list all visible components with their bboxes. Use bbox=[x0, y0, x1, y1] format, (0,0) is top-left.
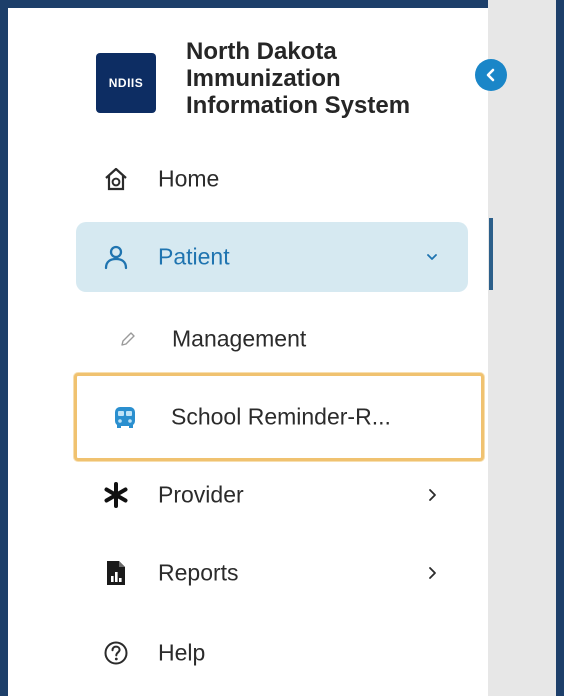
app-title-line-2: Immunization bbox=[186, 65, 341, 92]
sidebar-item-label: Provider bbox=[158, 481, 244, 508]
app-title-line-3: Information System bbox=[186, 92, 411, 119]
report-document-icon bbox=[102, 559, 130, 587]
chevron-left-icon bbox=[486, 68, 495, 82]
help-circle-icon bbox=[102, 639, 130, 667]
school-bus-icon bbox=[111, 403, 139, 431]
chevron-down-icon bbox=[424, 249, 440, 265]
sidebar-subitem-school-reminder[interactable]: School Reminder-R... bbox=[74, 373, 484, 461]
person-icon bbox=[102, 243, 130, 271]
logo-text: NDIIS bbox=[108, 76, 144, 90]
asterisk-icon bbox=[102, 481, 130, 509]
sidebar-item-label: Management bbox=[172, 325, 307, 352]
home-icon bbox=[102, 165, 130, 193]
collapse-sidebar-button[interactable] bbox=[475, 59, 507, 91]
sidebar-item-label: School Reminder-R... bbox=[171, 403, 391, 430]
pencil-icon bbox=[114, 325, 142, 353]
sidebar-item-label: Reports bbox=[158, 559, 239, 586]
chevron-right-icon bbox=[424, 565, 440, 581]
ndiis-logo: NDIIS bbox=[96, 53, 156, 113]
chevron-right-icon bbox=[424, 487, 440, 503]
sidebar-item-label: Patient bbox=[158, 243, 230, 270]
content-gutter bbox=[488, 0, 556, 696]
sidebar-subitem-management[interactable]: Management bbox=[76, 304, 468, 374]
sidebar-item-help[interactable]: Help bbox=[76, 618, 468, 688]
sidebar-item-reports[interactable]: Reports bbox=[76, 538, 468, 608]
sidebar-item-label: Home bbox=[158, 165, 220, 192]
sidebar-item-label: Help bbox=[158, 639, 206, 666]
app-title: North Dakota Immunization Information Sy… bbox=[186, 38, 456, 119]
sidebar-item-provider[interactable]: Provider bbox=[76, 460, 468, 530]
sidebar-item-home[interactable]: Home bbox=[76, 144, 468, 214]
scroll-indicator[interactable] bbox=[489, 218, 493, 290]
app-title-line-1: North Dakota bbox=[186, 38, 337, 65]
sidebar-item-patient[interactable]: Patient bbox=[76, 222, 468, 292]
